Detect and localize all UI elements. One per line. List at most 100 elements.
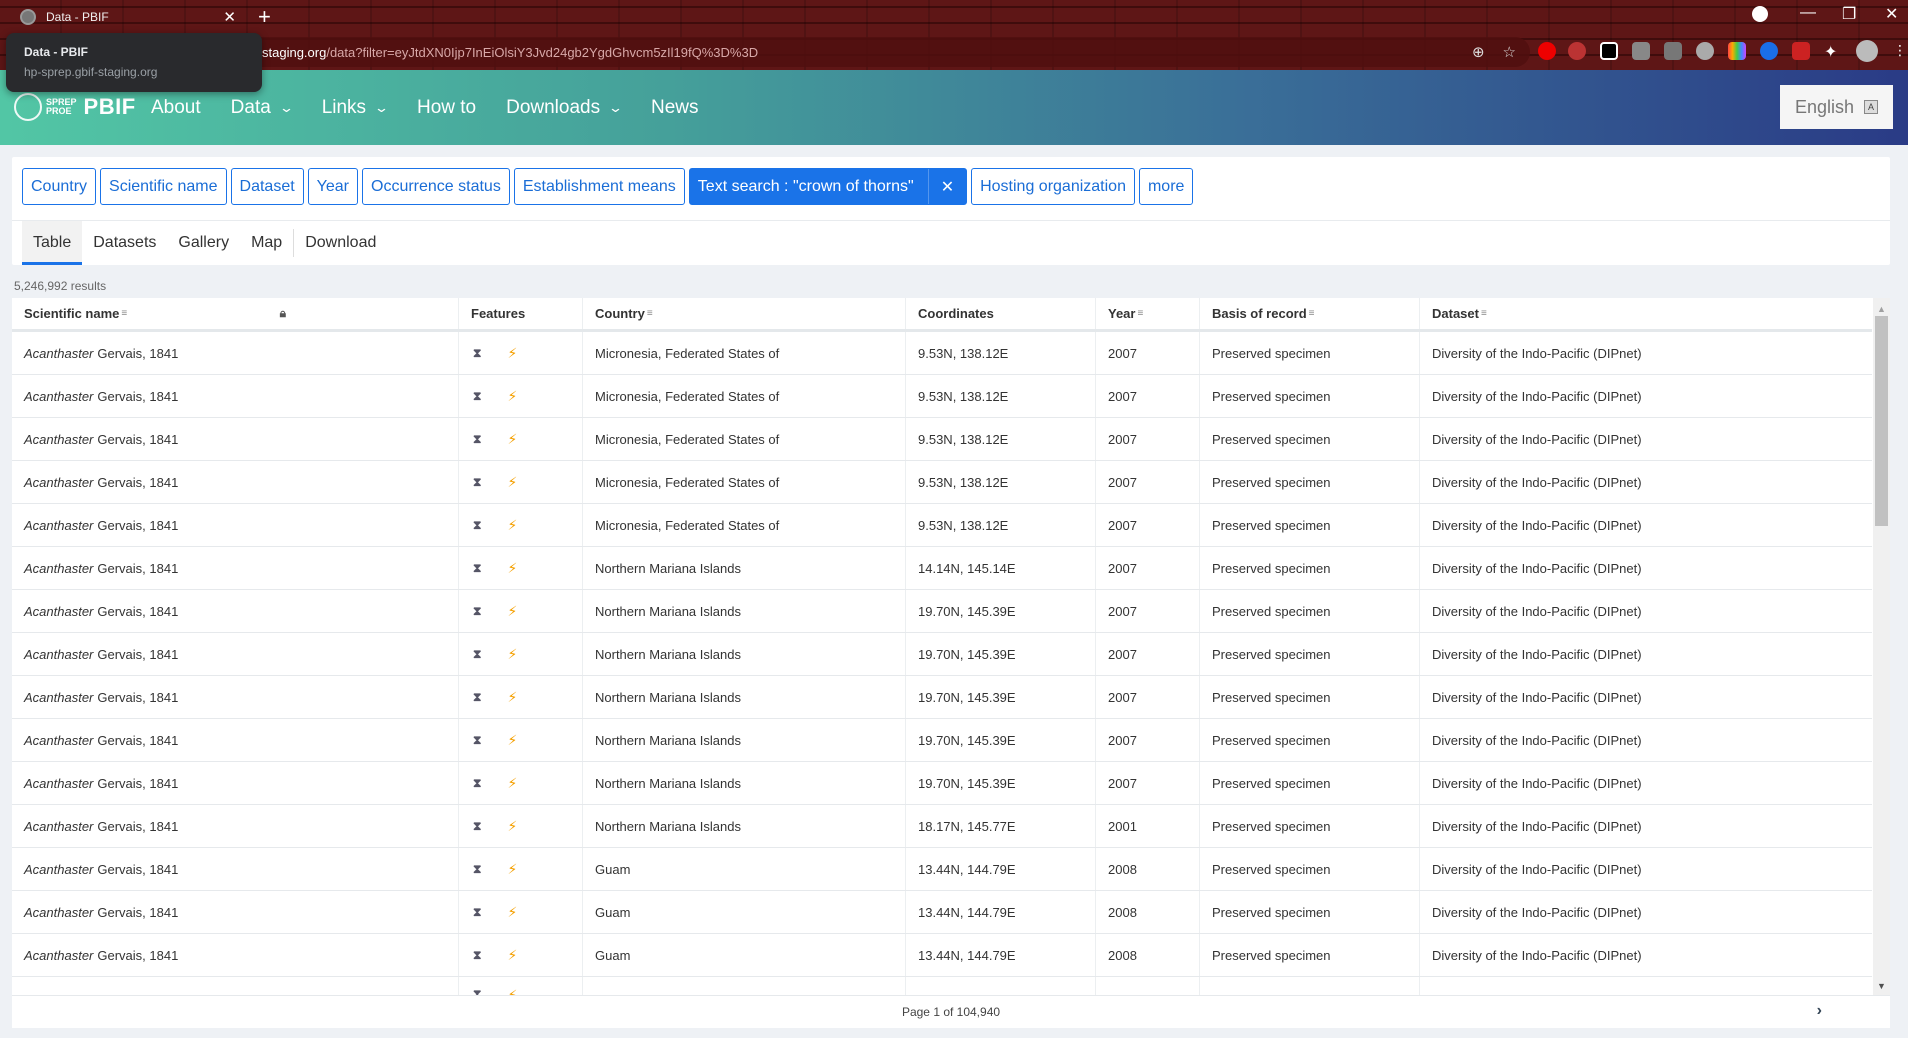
extension-icon[interactable] (1792, 42, 1810, 60)
nav-about[interactable]: About (151, 97, 201, 119)
puzzle-extensions-icon[interactable]: ✦ (1824, 42, 1842, 61)
table-row[interactable]: Acanthaster Gervais, 1841 ⧗ ⚡ Northern Maria… (12, 633, 1872, 676)
column-header-scientific-name[interactable]: Scientific name ≡ 🔒︎ (12, 298, 459, 329)
table-row[interactable]: Acanthaster Gervais, 1841 ⧗ ⚡ Micronesia, Fe… (12, 461, 1872, 504)
table-row[interactable]: Acanthaster Gervais, 1841 ⧗ ⚡ Guam 13.44N, 14… (12, 934, 1872, 977)
close-icon[interactable]: ✕ (927, 169, 966, 204)
filter-dataset[interactable]: Dataset (230, 168, 304, 205)
extension-icon[interactable] (1538, 42, 1556, 60)
extension-icon[interactable] (1760, 42, 1778, 60)
cell-scientific-name[interactable]: Acanthaster Gervais, 1841 (12, 332, 459, 374)
next-page-button[interactable]: › (1817, 1002, 1822, 1020)
kebab-menu-icon[interactable]: ⋮ (1893, 42, 1908, 60)
extension-icon[interactable] (1696, 42, 1714, 60)
cell-scientific-name[interactable]: Acanthaster Gervais, 1841 (12, 762, 459, 804)
extension-icon[interactable] (1568, 42, 1586, 60)
filter-text-search-label[interactable]: Text search : "crown of thorns" (690, 178, 928, 196)
tab-title: Data - PBIF (46, 10, 109, 24)
cell-scientific-name[interactable]: Acanthaster Gervais, 1841 (12, 891, 459, 933)
column-header-country[interactable]: Country ≡ (583, 298, 906, 329)
url-text[interactable]: staging.org/data?filter=eyJtdXN0Ijp7InEi… (240, 45, 758, 60)
extension-icon[interactable] (1600, 42, 1618, 60)
cell-scientific-name[interactable]: Acanthaster Gervais, 1841 (12, 590, 459, 632)
sort-icon[interactable]: ≡ (1137, 308, 1143, 319)
table-row[interactable]: Acanthaster Gervais, 1841 ⧗ ⚡ Northern Maria… (12, 676, 1872, 719)
sort-icon[interactable]: ≡ (1481, 308, 1487, 319)
extension-icon[interactable] (1728, 42, 1746, 60)
tooltip-host: hp-sprep.gbif-staging.org (24, 65, 158, 79)
cell-scientific-name[interactable]: Acanthaster Gervais, 1841 (12, 375, 459, 417)
close-window-button[interactable]: ✕ (1885, 4, 1898, 24)
nav-links[interactable]: Links ⌄ (322, 97, 389, 119)
cell-scientific-name[interactable]: Acanthaster Gervais, 1841 (12, 418, 459, 460)
nav-downloads[interactable]: Downloads ⌄ (506, 97, 623, 119)
nav-label: How to (416, 97, 477, 118)
zoom-icon[interactable]: ⊕ (1472, 43, 1485, 61)
authorship: Gervais, 1841 (97, 947, 179, 963)
sort-icon[interactable]: ≡ (1309, 308, 1315, 319)
cell-scientific-name[interactable]: Acanthaster Gervais, 1841 (12, 461, 459, 503)
site-logo[interactable]: SPREP PROE PBIF (14, 93, 136, 121)
filter-more[interactable]: more (1138, 168, 1194, 205)
column-header-basis-of-record[interactable]: Basis of record ≡ (1200, 298, 1420, 329)
cell-scientific-name[interactable]: Acanthaster Gervais, 1841 (12, 848, 459, 890)
dropbox-icon[interactable] (1632, 42, 1650, 60)
filter-scientific-name[interactable]: Scientific name (100, 168, 227, 205)
table-scrollbar[interactable]: ▲ ▼ (1873, 298, 1890, 995)
tab-close-icon[interactable]: ✕ (223, 8, 236, 26)
cell-scientific-name[interactable]: Acanthaster Gervais, 1841 (12, 633, 459, 675)
table-row[interactable]: Acanthaster Gervais, 1841 ⧗ ⚡ Micronesia, Fe… (12, 332, 1872, 375)
filter-text-search[interactable]: Text search : "crown of thorns" ✕ (688, 168, 968, 205)
table-row[interactable]: Acanthaster Gervais, 1841 ⧗ ⚡ Micronesia, Fe… (12, 504, 1872, 547)
table-row[interactable]: Acanthaster Gervais, 1841 ⧗ ⚡ Northern Maria… (12, 762, 1872, 805)
cell-scientific-name[interactable]: Acanthaster Gervais, 1841 (12, 547, 459, 589)
restore-button[interactable]: ❐ (1842, 4, 1856, 24)
cell-scientific-name[interactable]: Acanthaster Gervais, 1841 (12, 676, 459, 718)
column-header-dataset[interactable]: Dataset ≡ (1420, 298, 1872, 329)
table-row[interactable]: Acanthaster Gervais, 1841 ⧗ ⚡ Northern Maria… (12, 590, 1872, 633)
table-row[interactable]: Acanthaster Gervais, 1841 ⧗ ⚡ Micronesia, Fe… (12, 375, 1872, 418)
cell-scientific-name[interactable]: Acanthaster Gervais, 1841 (12, 504, 459, 546)
scroll-down-icon[interactable]: ▼ (1877, 981, 1886, 991)
cell-scientific-name[interactable]: Acanthaster Gervais, 1841 (12, 805, 459, 847)
lock-icon[interactable]: 🔒︎ (280, 306, 286, 321)
scrollbar-thumb[interactable] (1875, 316, 1888, 526)
sort-icon[interactable]: ≡ (647, 308, 653, 319)
table-row[interactable]: Acanthaster Gervais, 1841 ⧗ ⚡ Guam 13.44N, 14… (12, 891, 1872, 934)
tab-map[interactable]: Map (240, 221, 293, 265)
nav-how-to[interactable]: How to (417, 97, 476, 119)
filter-establishment-means[interactable]: Establishment means (513, 168, 685, 205)
table-row[interactable]: Acanthaster Gervais, 1841 ⧗ ⚡ Guam 13.44N, 14… (12, 848, 1872, 891)
table-row[interactable]: Acanthaster Gervais, 1841 ⧗ ⚡ Northern Maria… (12, 719, 1872, 762)
table-row[interactable]: Acanthaster Gervais, 1841 ⧗ ⚡ Northern Maria… (12, 805, 1872, 848)
tab-download[interactable]: Download (294, 221, 387, 265)
cell-scientific-name[interactable] (12, 977, 459, 995)
tab-gallery[interactable]: Gallery (167, 221, 240, 265)
nav-news[interactable]: News (651, 97, 699, 119)
filter-hosting-organization[interactable]: Hosting organization (971, 168, 1135, 205)
filter-country[interactable]: Country (22, 168, 97, 205)
scroll-up-icon[interactable]: ▲ (1877, 304, 1886, 314)
table-row[interactable]: ⧗ ⚡ (12, 977, 1872, 995)
nav-data[interactable]: Data ⌄ (231, 97, 294, 119)
extension-icon[interactable] (1664, 42, 1682, 60)
profile-menu-icon[interactable] (1752, 6, 1768, 22)
new-tab-button[interactable]: + (258, 4, 271, 30)
sort-icon[interactable]: ≡ (121, 308, 127, 319)
address-bar[interactable]: staging.org/data?filter=eyJtdXN0Ijp7InEi… (240, 37, 1530, 67)
cell-features: ⧗ ⚡ (459, 461, 583, 503)
language-selector[interactable]: English A (1780, 85, 1893, 129)
cell-scientific-name[interactable]: Acanthaster Gervais, 1841 (12, 719, 459, 761)
table-row[interactable]: Acanthaster Gervais, 1841 ⧗ ⚡ Micronesia, Fe… (12, 418, 1872, 461)
tab-datasets[interactable]: Datasets (82, 221, 167, 265)
bookmark-star-icon[interactable]: ☆ (1503, 43, 1516, 61)
avatar[interactable] (1856, 40, 1878, 62)
filter-occurrence-status[interactable]: Occurrence status (362, 168, 510, 205)
minimize-button[interactable]: — (1800, 4, 1816, 22)
browser-tab[interactable]: Data - PBIF ✕ (8, 2, 248, 32)
column-header-year[interactable]: Year ≡ (1096, 298, 1200, 329)
tab-table[interactable]: Table (22, 221, 83, 265)
filter-year[interactable]: Year (307, 168, 358, 205)
cell-scientific-name[interactable]: Acanthaster Gervais, 1841 (12, 934, 459, 976)
table-row[interactable]: Acanthaster Gervais, 1841 ⧗ ⚡ Northern Maria… (12, 547, 1872, 590)
